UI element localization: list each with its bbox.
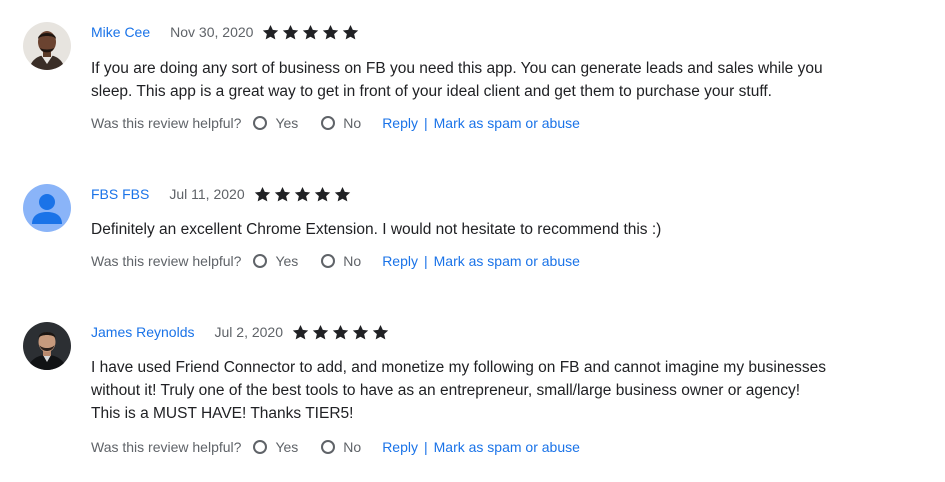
review-text-line: This is a MUST HAVE! Thanks TIER5! xyxy=(91,405,354,422)
star-icon xyxy=(333,185,352,204)
helpful-no-option[interactable]: No xyxy=(321,439,361,455)
review-text-line: If you are doing any sort of business on… xyxy=(91,60,823,77)
star-rating xyxy=(253,185,353,204)
helpful-question: Was this review helpful? xyxy=(91,115,242,131)
star-icon xyxy=(341,23,360,42)
review-text-line: I have used Friend Connector to add, and… xyxy=(91,359,826,376)
review-text-line: Definitely an excellent Chrome Extension… xyxy=(91,221,662,238)
avatar xyxy=(23,184,71,232)
helpful-row: Was this review helpful? Yes No Reply | … xyxy=(91,437,580,457)
star-icon xyxy=(311,323,330,342)
helpful-row: Was this review helpful? Yes No Reply | … xyxy=(91,113,580,133)
helpful-question: Was this review helpful? xyxy=(91,253,242,269)
review-text-line: without it! Truly one of the best tools … xyxy=(91,382,801,399)
radio-icon[interactable] xyxy=(253,116,268,130)
star-icon xyxy=(261,23,280,42)
reply-link[interactable]: Reply xyxy=(382,439,418,455)
radio-icon[interactable] xyxy=(321,254,336,268)
review-text: If you are doing any sort of business on… xyxy=(91,57,891,103)
helpful-no-option[interactable]: No xyxy=(321,253,361,269)
author-name[interactable]: FBS FBS xyxy=(91,186,149,202)
helpful-row: Was this review helpful? Yes No Reply | … xyxy=(91,251,580,271)
review-text: I have used Friend Connector to add, and… xyxy=(91,356,891,425)
author-name[interactable]: Mike Cee xyxy=(91,24,150,40)
review-date: Nov 30, 2020 xyxy=(170,24,254,40)
helpful-no-label: No xyxy=(343,115,362,131)
star-icon xyxy=(281,23,300,42)
radio-icon[interactable] xyxy=(253,254,268,268)
helpful-no-option[interactable]: No xyxy=(321,115,361,131)
star-icon xyxy=(371,323,390,342)
star-rating xyxy=(261,23,361,42)
link-separator: | xyxy=(423,115,428,131)
radio-icon[interactable] xyxy=(321,116,336,130)
author-name[interactable]: James Reynolds xyxy=(91,324,195,340)
helpful-question: Was this review helpful? xyxy=(91,439,242,455)
star-icon xyxy=(321,23,340,42)
review-date: Jul 2, 2020 xyxy=(214,324,284,340)
helpful-yes-label: Yes xyxy=(275,115,299,131)
reply-link[interactable]: Reply xyxy=(382,115,418,131)
helpful-yes-label: Yes xyxy=(275,253,299,269)
star-icon xyxy=(301,23,320,42)
link-separator: | xyxy=(423,253,428,269)
helpful-yes-option[interactable]: Yes xyxy=(253,253,298,269)
star-icon xyxy=(293,185,312,204)
star-rating xyxy=(291,323,391,342)
review-header: FBS FBS Jul 11, 2020 xyxy=(91,183,353,205)
review-header: James Reynolds Jul 2, 2020 xyxy=(91,321,391,343)
mark-spam-link[interactable]: Mark as spam or abuse xyxy=(434,115,580,131)
review-date: Jul 11, 2020 xyxy=(169,186,245,202)
review-text-line: sleep. This app is a great way to get in… xyxy=(91,83,772,100)
helpful-yes-option[interactable]: Yes xyxy=(253,115,298,131)
avatar xyxy=(23,22,71,70)
helpful-yes-label: Yes xyxy=(275,439,299,455)
star-icon xyxy=(253,185,272,204)
reply-link[interactable]: Reply xyxy=(382,253,418,269)
star-icon xyxy=(291,323,310,342)
star-icon xyxy=(273,185,292,204)
mark-spam-link[interactable]: Mark as spam or abuse xyxy=(434,439,580,455)
avatar xyxy=(23,322,71,370)
link-separator: | xyxy=(423,439,428,455)
mark-spam-link[interactable]: Mark as spam or abuse xyxy=(434,253,580,269)
radio-icon[interactable] xyxy=(321,440,336,454)
star-icon xyxy=(313,185,332,204)
helpful-no-label: No xyxy=(343,253,362,269)
star-icon xyxy=(331,323,350,342)
star-icon xyxy=(351,323,370,342)
radio-icon[interactable] xyxy=(253,440,268,454)
review-header: Mike Cee Nov 30, 2020 xyxy=(91,21,361,43)
helpful-no-label: No xyxy=(343,439,362,455)
helpful-yes-option[interactable]: Yes xyxy=(253,439,298,455)
review-text: Definitely an excellent Chrome Extension… xyxy=(91,218,891,241)
